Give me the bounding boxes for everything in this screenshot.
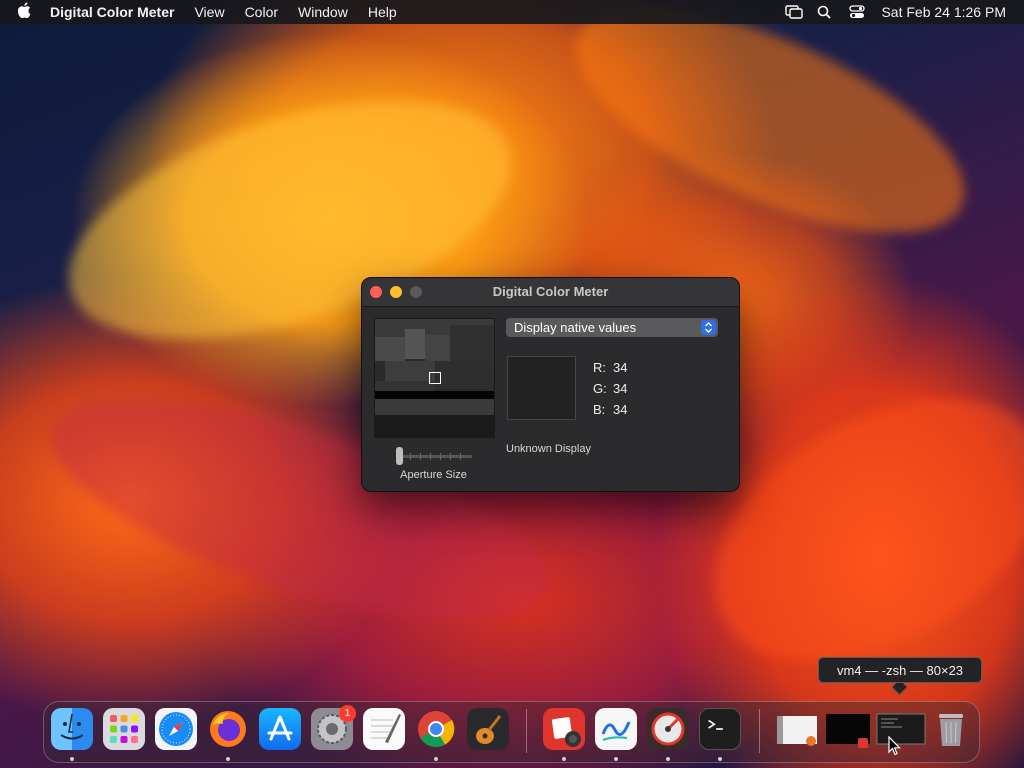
- window-title: Digital Color Meter: [492, 284, 609, 299]
- b-label: B:: [593, 402, 606, 417]
- slider-tick: [450, 453, 451, 460]
- window-titlebar[interactable]: Digital Color Meter: [362, 278, 739, 307]
- desktop: Digital Color Meter View Color Window He…: [0, 0, 1024, 768]
- dock-tooltip: vm4 — -zsh — 80×23: [818, 657, 982, 683]
- menu-view[interactable]: View: [184, 0, 234, 24]
- aperture-square: [429, 372, 441, 384]
- finder-icon[interactable]: [51, 708, 93, 750]
- b-value: 34: [613, 402, 628, 417]
- menu-bar: Digital Color Meter View Color Window He…: [0, 0, 1024, 24]
- spotlight-search-icon[interactable]: [817, 5, 833, 19]
- r-label: R:: [593, 360, 606, 375]
- color-swatch: [507, 356, 576, 420]
- chrome-icon[interactable]: [415, 708, 457, 750]
- slider-tick: [430, 453, 431, 460]
- menu-app-name[interactable]: Digital Color Meter: [40, 0, 184, 24]
- control-center-icon[interactable]: [849, 5, 866, 19]
- trash-icon[interactable]: [930, 708, 972, 750]
- rgb-row-r: R: 34: [593, 360, 673, 375]
- menu-clock[interactable]: Sat Feb 24 1:26 PM: [873, 0, 1024, 24]
- running-indicator: [562, 757, 566, 761]
- g-label: G:: [593, 381, 607, 396]
- menu-help[interactable]: Help: [358, 0, 407, 24]
- aperture-slider-track[interactable]: [402, 455, 472, 458]
- garageband-icon[interactable]: [467, 708, 509, 750]
- window-thumbnail-2[interactable]: [824, 708, 872, 750]
- aperture-slider-knob[interactable]: [396, 447, 403, 465]
- running-indicator: [434, 757, 438, 761]
- textedit-icon[interactable]: [363, 708, 405, 750]
- running-indicator: [718, 757, 722, 761]
- instruments-icon[interactable]: [647, 708, 689, 750]
- firefox-icon[interactable]: [207, 708, 249, 750]
- slider-tick: [460, 453, 461, 460]
- menu-window[interactable]: Window: [288, 0, 358, 24]
- display-name-label: Unknown Display: [506, 443, 591, 455]
- rgb-row-g: G: 34: [593, 381, 673, 396]
- terminal-icon[interactable]: [699, 708, 741, 750]
- magnifier-view: [374, 318, 495, 438]
- r-value: 34: [613, 360, 628, 375]
- photo-booth-icon[interactable]: [543, 708, 585, 750]
- digital-color-meter-window: Digital Color Meter Aperture Size Displa…: [361, 277, 740, 492]
- menu-color[interactable]: Color: [235, 0, 288, 24]
- slider-tick: [420, 453, 421, 460]
- launchpad-icon[interactable]: [103, 708, 145, 750]
- running-indicator: [614, 757, 618, 761]
- apple-menu-icon[interactable]: [0, 2, 40, 23]
- running-indicator: [226, 757, 230, 761]
- rgb-row-b: B: 34: [593, 402, 673, 417]
- freeform-icon[interactable]: [595, 708, 637, 750]
- dock-separator: [759, 709, 760, 753]
- slider-tick: [410, 453, 411, 460]
- slider-tick: [440, 453, 441, 460]
- notification-badge: 1: [339, 705, 356, 722]
- chevron-up-down-icon: [701, 320, 716, 335]
- app-store-icon[interactable]: [259, 708, 301, 750]
- safari-icon[interactable]: [155, 708, 197, 750]
- aperture-size-label: Aperture Size: [400, 469, 467, 481]
- dock-separator: [526, 709, 527, 753]
- mouse-cursor-icon: [888, 736, 901, 756]
- popup-selected-value: Display native values: [514, 320, 637, 335]
- window-thumbnail-1[interactable]: [773, 708, 821, 750]
- running-indicator: [70, 757, 74, 761]
- g-value: 34: [613, 381, 628, 396]
- display-values-popup[interactable]: Display native values: [506, 318, 718, 337]
- screen-mirroring-icon[interactable]: [785, 5, 804, 19]
- running-indicator: [666, 757, 670, 761]
